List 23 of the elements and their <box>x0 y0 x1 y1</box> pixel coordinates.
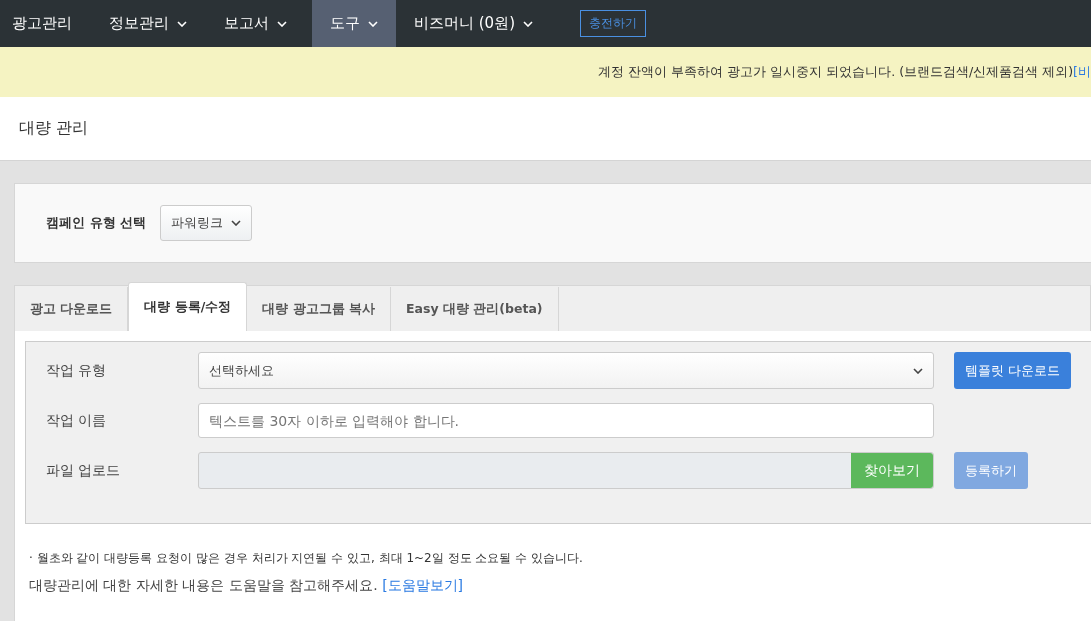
job-type-dropdown[interactable]: 선택하세요 <box>198 352 934 389</box>
campaign-type-label: 캠페인 유형 선택 <box>46 214 147 232</box>
page-title: 대량 관리 <box>19 118 89 139</box>
help-link[interactable]: [도움말보기] <box>382 577 464 593</box>
alert-link[interactable]: [비 <box>1073 63 1091 79</box>
chevron-down-icon <box>231 220 242 226</box>
nav-menu-item[interactable]: 비즈머니 (0원) <box>402 0 552 47</box>
campaign-type-dropdown[interactable]: 파워링크 <box>160 205 253 241</box>
notice-text: · 월초와 같이 대량등록 요청이 많은 경우 처리가 지연될 수 있고, 최대 1~2일 정도 소요될 수 있습니다. <box>29 550 584 567</box>
job-name-field[interactable]: 텍스트를 30자 이하로 입력해야 합니다. <box>198 403 934 438</box>
template-download-button[interactable]: 템플릿 다운로드 <box>954 352 1072 389</box>
alert-message: 계정 잔액이 부족하여 광고가 일시중지 되었습니다. (브랜드검색/신제품검색 제외)[비 <box>598 63 1091 81</box>
nav-menu-item[interactable]: 도구 <box>312 0 396 47</box>
charge-button[interactable]: 충전하기 <box>580 10 646 37</box>
help-text: 대량관리에 대한 자세한 내용은 도움말을 참고해주세요. [도움말보기] <box>29 577 465 595</box>
file-upload-label: 파일 업로드 <box>46 461 122 480</box>
job-type-label: 작업 유형 <box>46 361 108 380</box>
nav-menu-item[interactable]: 광고관리 <box>0 0 91 47</box>
nav-menu-item[interactable]: 정보관리 <box>97 0 206 47</box>
job-name-label: 작업 이름 <box>46 411 108 430</box>
nav-menu-item[interactable]: 보고서 <box>212 0 306 47</box>
chevron-down-icon <box>913 367 923 374</box>
tab[interactable]: 대량 등록/수정 <box>128 282 248 331</box>
